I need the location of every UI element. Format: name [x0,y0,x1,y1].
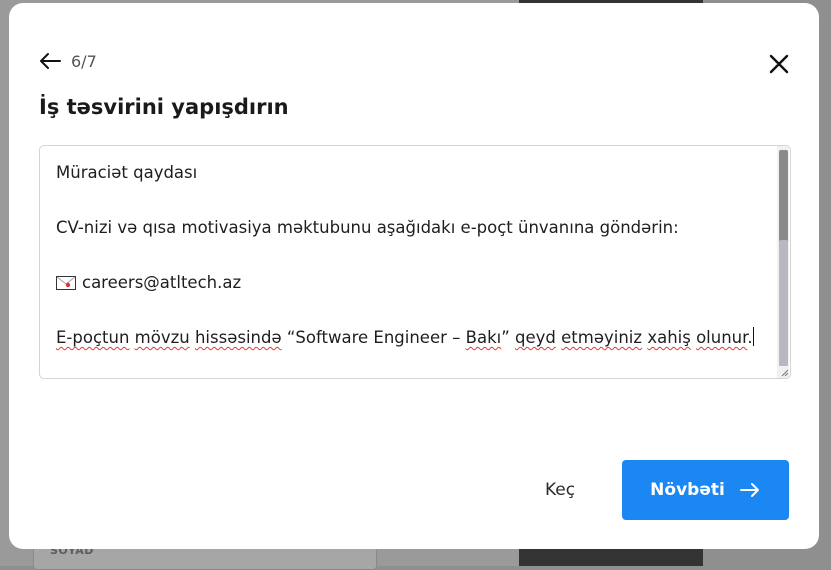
note-word: Bakı [465,328,502,347]
text-caret [752,327,754,346]
job-description-textarea[interactable]: Müraciət qaydası CV-nizi və qısa motivas… [39,145,791,379]
next-button-label: Növbəti [650,480,725,500]
note-quote: “Software Engineer – [286,328,461,347]
note-quote-end: ” [501,328,510,347]
note-word: hissəsində [194,328,282,347]
arrow-right-icon [739,483,759,497]
next-button[interactable]: Növbəti [622,460,789,520]
job-description-modal: 6/7 İş təsvirini yapışdırın Müraciət qay… [9,3,819,549]
text-line-heading: Müraciət qaydası [56,163,198,182]
text-line-instruction: CV-nizi və qısa motivasiya məktubunu aşa… [56,218,679,237]
resize-grip-icon[interactable] [779,367,789,377]
note-word: qeyd [515,328,556,347]
textarea-content[interactable]: Müraciət qaydası CV-nizi və qısa motivas… [56,159,756,352]
note-word: E-poçtun [56,328,130,347]
skip-button[interactable]: Keç [527,475,593,505]
text-line-note: E-poçtun mövzu hissəsində “Software Engi… [56,324,756,352]
email-address: careers@atltech.az [82,273,242,292]
note-word: mövzu [134,328,190,347]
close-icon[interactable] [765,50,793,78]
scrollbar-thumb-lower [779,240,788,366]
arrow-left-icon[interactable] [38,51,62,71]
note-word: olunur [696,328,748,347]
textarea-scrollbar[interactable] [777,146,789,378]
envelope-icon [56,276,76,290]
note-word: etməyiniz [561,328,643,347]
note-word: xahiş [647,328,691,347]
modal-title: İş təsvirini yapışdırın [39,95,289,119]
text-line-email: careers@atltech.az [56,269,756,297]
background-dark-panel-bottom [519,548,703,566]
step-indicator: 6/7 [71,52,97,71]
